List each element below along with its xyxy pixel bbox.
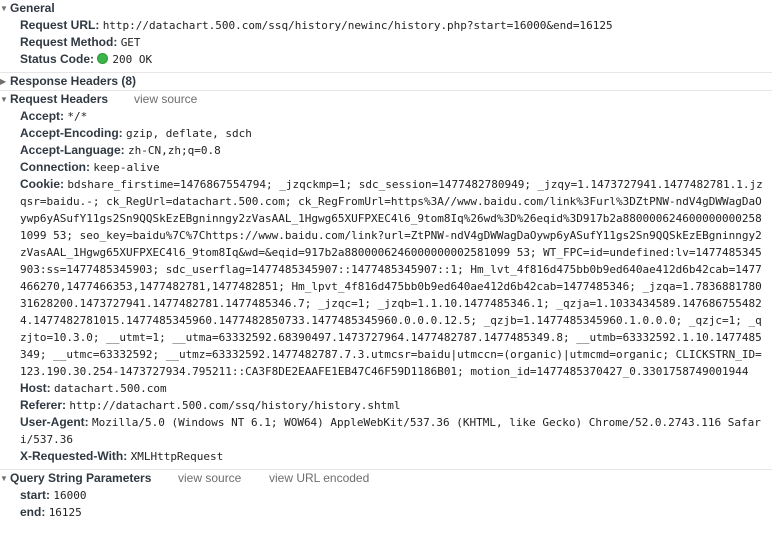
header-row-connection: Connection: keep-alive — [20, 159, 772, 176]
query-params-view-url-encoded-link[interactable]: view URL encoded — [269, 470, 369, 487]
general-section-header[interactable]: ▼ General — [0, 0, 772, 17]
request-headers-section-header[interactable]: ▼ Request Headers view source — [0, 90, 772, 108]
param-value[interactable]: 16125 — [49, 506, 82, 519]
header-value[interactable]: zh-CN,zh;q=0.8 — [128, 144, 221, 157]
status-code-row: Status Code: 200 OK — [20, 51, 772, 68]
query-param-row-end: end: 16125 — [20, 504, 772, 521]
collapsed-triangle-icon: ▶ — [0, 77, 7, 86]
header-value[interactable]: */* — [67, 110, 87, 123]
query-params-view-source-link[interactable]: view source — [178, 470, 241, 487]
request-url-row: Request URL: http://datachart.500.com/ss… — [20, 17, 772, 34]
param-value[interactable]: 16000 — [53, 489, 86, 502]
header-row-cookie: Cookie: bdshare_firstime=1476867554794; … — [20, 176, 768, 380]
header-value[interactable]: datachart.500.com — [54, 382, 167, 395]
status-code-key: Status Code: — [20, 52, 95, 66]
header-row-accept: Accept: */* — [20, 108, 772, 125]
header-value[interactable]: bdshare_firstime=1476867554794; _jzqckmp… — [20, 178, 763, 378]
param-key: start: — [20, 488, 51, 502]
header-row-host: Host: datachart.500.com — [20, 380, 772, 397]
header-value[interactable]: Mozilla/5.0 (Windows NT 6.1; WOW64) Appl… — [20, 416, 761, 446]
header-value[interactable]: http://datachart.500.com/ssq/history/his… — [69, 399, 400, 412]
header-key: User-Agent: — [20, 415, 89, 429]
header-row-user-agent: User-Agent: Mozilla/5.0 (Windows NT 6.1;… — [20, 414, 768, 448]
request-method-value[interactable]: GET — [121, 36, 141, 49]
header-key: Connection: — [20, 160, 90, 174]
request-headers-view-source-link[interactable]: view source — [134, 91, 197, 108]
request-method-key: Request Method: — [20, 35, 118, 49]
status-ok-icon — [97, 53, 109, 64]
header-key: Accept: — [20, 109, 65, 123]
header-row-x-requested-with: X-Requested-With: XMLHttpRequest — [20, 448, 772, 465]
header-key: Referer: — [20, 398, 67, 412]
general-title: General — [10, 1, 55, 15]
expanded-triangle-icon: ▼ — [0, 474, 8, 483]
request-url-key: Request URL: — [20, 18, 100, 32]
header-value[interactable]: keep-alive — [93, 161, 159, 174]
status-code-value[interactable]: 200 OK — [112, 53, 152, 66]
headers-panel: ▼ General Request URL: http://datachart.5… — [0, 0, 772, 534]
query-params-title: Query String Parameters — [10, 471, 152, 485]
query-param-row-start: start: 16000 — [20, 487, 772, 504]
header-row-referer: Referer: http://datachart.500.com/ssq/hi… — [20, 397, 772, 414]
request-headers-rows: Accept: */* Accept-Encoding: gzip, defla… — [0, 108, 772, 465]
query-params-section-header[interactable]: ▼ Query String Parameters view source vie… — [0, 469, 772, 487]
expanded-triangle-icon: ▼ — [0, 4, 8, 13]
header-key: X-Requested-With: — [20, 449, 128, 463]
general-rows: Request URL: http://datachart.500.com/ss… — [0, 17, 772, 68]
header-value[interactable]: gzip, deflate, sdch — [126, 127, 252, 140]
request-method-row: Request Method: GET — [20, 34, 772, 51]
param-key: end: — [20, 505, 46, 519]
header-value[interactable]: XMLHttpRequest — [131, 450, 224, 463]
header-key: Accept-Language: — [20, 143, 125, 157]
expanded-triangle-icon: ▼ — [0, 95, 8, 104]
header-key: Cookie: — [20, 177, 65, 191]
header-row-accept-encoding: Accept-Encoding: gzip, deflate, sdch — [20, 125, 772, 142]
request-url-value[interactable]: http://datachart.500.com/ssq/history/new… — [103, 19, 613, 32]
header-row-accept-language: Accept-Language: zh-CN,zh;q=0.8 — [20, 142, 772, 159]
request-headers-title: Request Headers — [10, 92, 109, 106]
header-key: Host: — [20, 381, 51, 395]
header-key: Accept-Encoding: — [20, 126, 123, 140]
response-headers-title: Response Headers (8) — [10, 74, 137, 88]
response-headers-section-header[interactable]: ▶ Response Headers (8) — [0, 72, 772, 90]
query-params-rows: start: 16000 end: 16125 — [0, 487, 772, 521]
